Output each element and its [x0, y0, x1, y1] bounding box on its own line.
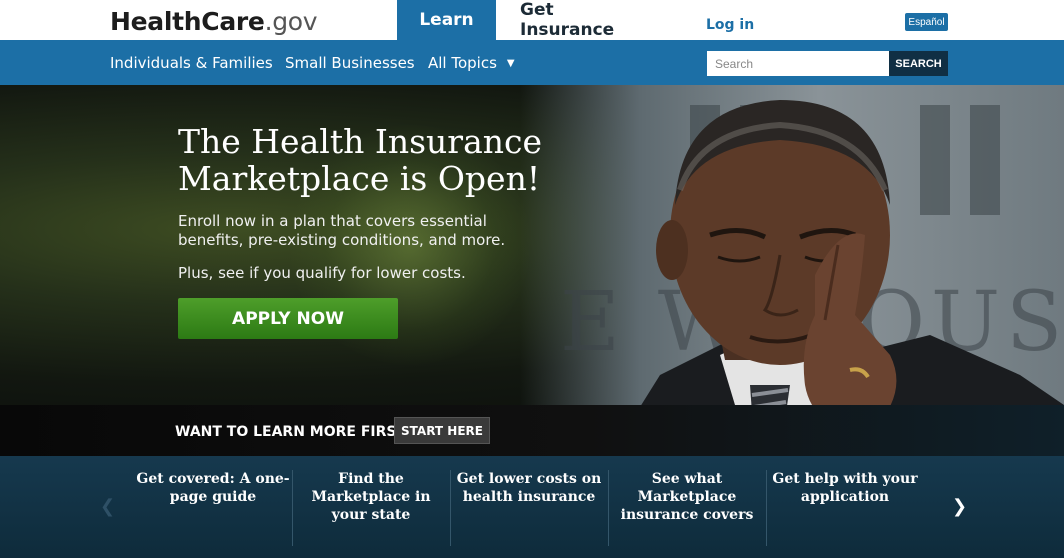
- carousel-item-lower-costs[interactable]: Get lower costs on health insurance: [450, 470, 608, 550]
- carousel-item-find-marketplace[interactable]: Find the Marketplace in your state: [292, 470, 450, 550]
- main-nav: Individuals & Families Small Businesses …: [0, 40, 1064, 85]
- hero-banner: E W HOUS The Health Insurance Marketplac…: [0, 85, 1064, 405]
- start-here-button[interactable]: START HERE: [394, 417, 490, 444]
- carousel-item-what-covers[interactable]: See what Marketplace insurance covers: [608, 470, 766, 550]
- topic-carousel: ❮ Get covered: A one-page guide Find the…: [0, 456, 1064, 558]
- top-header: HealthCare.gov Learn Get Insurance Log i…: [0, 0, 1064, 40]
- hero-subtitle: Enroll now in a plan that covers essenti…: [178, 212, 506, 249]
- tab-get-insurance[interactable]: Get Insurance: [520, 0, 648, 40]
- tab-learn[interactable]: Learn: [397, 0, 496, 40]
- nav-item-small-businesses[interactable]: Small Businesses: [285, 54, 415, 72]
- chevron-down-icon: ▼: [506, 58, 515, 69]
- search-button[interactable]: SEARCH: [889, 51, 948, 76]
- nav-item-label: Small Businesses: [285, 54, 415, 72]
- apply-now-button[interactable]: APPLY NOW: [178, 298, 398, 339]
- nav-item-label: Individuals & Families: [110, 54, 273, 72]
- logo-brand: HealthCare: [110, 7, 265, 36]
- chevron-right-icon[interactable]: ❯: [952, 496, 967, 517]
- nav-item-individuals-families[interactable]: Individuals & Families: [110, 54, 273, 72]
- hero-subtitle-secondary: Plus, see if you qualify for lower costs…: [178, 264, 466, 282]
- hero-title: The Health Insurance Marketplace is Open…: [178, 122, 543, 198]
- carousel-item-help-application[interactable]: Get help with your application: [766, 470, 924, 550]
- logo-tld: .gov: [264, 7, 318, 36]
- search-input[interactable]: [707, 51, 889, 76]
- hero-portrait-image: [641, 100, 1064, 405]
- carousel-item-one-page-guide[interactable]: Get covered: A one-page guide: [134, 470, 292, 550]
- nav-item-all-topics[interactable]: All Topics ▼: [428, 54, 515, 72]
- site-logo[interactable]: HealthCare.gov: [110, 7, 318, 36]
- login-link[interactable]: Log in: [706, 17, 754, 33]
- chevron-left-icon[interactable]: ❮: [100, 496, 115, 517]
- learn-more-prompt: WANT TO LEARN MORE FIRST?: [175, 424, 415, 440]
- learn-more-strip: WANT TO LEARN MORE FIRST? START HERE: [0, 405, 1064, 456]
- language-toggle-button[interactable]: Español: [905, 13, 948, 31]
- nav-item-label: All Topics: [428, 54, 497, 72]
